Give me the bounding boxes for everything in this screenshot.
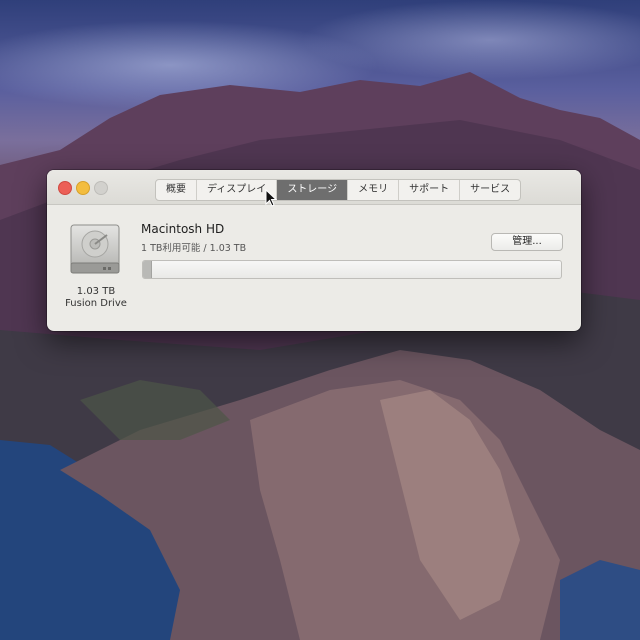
tab-memory[interactable]: メモリ — [348, 180, 400, 200]
disk-availability: 1 TB利用可能 / 1.03 TB — [141, 243, 247, 254]
tab-support[interactable]: サポート — [399, 180, 461, 200]
window-titlebar: 概要 ディスプレイ ストレージ メモリ サポート サービス — [47, 170, 581, 205]
minimize-button[interactable] — [76, 181, 90, 195]
disk-capacity: 1.03 TB — [76, 286, 116, 297]
disk-type: Fusion Drive — [65, 298, 127, 309]
disk-name: Macintosh HD — [141, 222, 225, 236]
zoom-button — [94, 181, 108, 195]
storage-panel: 1.03 TB Fusion Drive Macintosh HD 1 TB利用… — [47, 205, 581, 331]
tab-overview[interactable]: 概要 — [156, 180, 197, 200]
close-button[interactable] — [58, 181, 72, 195]
internal-hard-drive-icon — [70, 224, 120, 274]
tab-service[interactable]: サービス — [460, 180, 520, 200]
tab-bar: 概要 ディスプレイ ストレージ メモリ サポート サービス — [155, 179, 522, 201]
storage-used-segment — [143, 261, 153, 278]
tab-storage[interactable]: ストレージ — [277, 180, 349, 200]
storage-usage-bar — [142, 260, 562, 279]
about-this-mac-window: 概要 ディスプレイ ストレージ メモリ サポート サービス 1.03 TB Fu… — [47, 170, 581, 331]
manage-button[interactable]: 管理... — [491, 233, 563, 251]
mouse-pointer-icon — [265, 189, 277, 207]
